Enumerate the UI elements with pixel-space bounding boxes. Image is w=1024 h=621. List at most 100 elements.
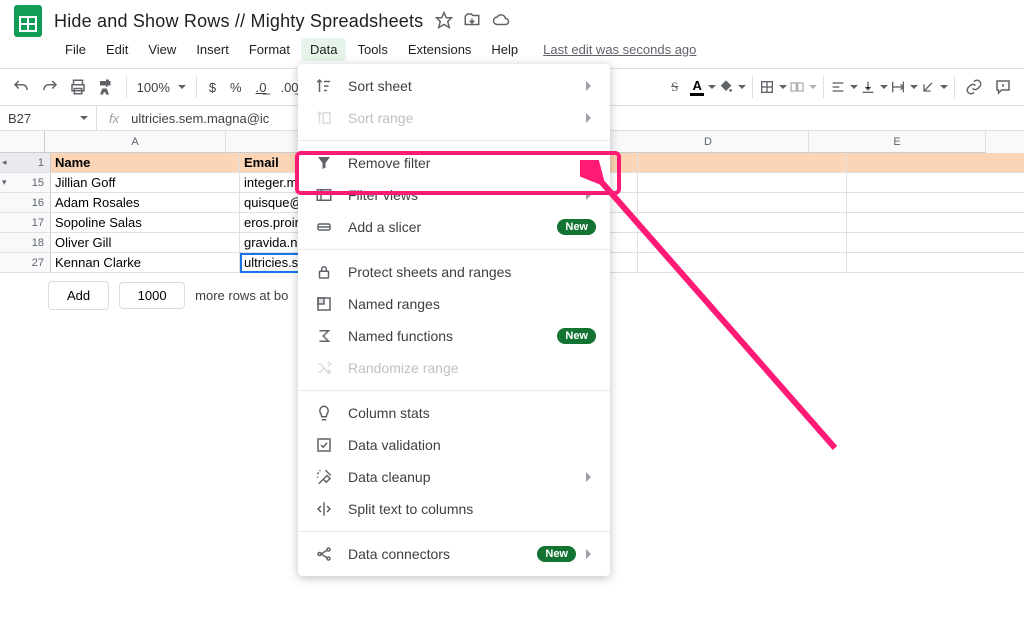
link-button[interactable]	[961, 73, 987, 101]
menu-tools[interactable]: Tools	[348, 38, 396, 61]
cell[interactable]	[847, 213, 1024, 233]
cell[interactable]	[638, 233, 847, 253]
menu-item-named-functions[interactable]: Named functionsNew	[298, 320, 610, 352]
expand-rows-icon[interactable]: ◂	[2, 157, 7, 168]
zoom-dropdown[interactable]: 100%	[133, 80, 190, 95]
wrap-button[interactable]	[890, 73, 918, 101]
slicer-icon	[314, 217, 334, 237]
cell[interactable]: Oliver Gill	[51, 233, 240, 253]
cell[interactable]	[638, 173, 847, 193]
name-box[interactable]: B27	[0, 106, 97, 130]
cell[interactable]	[638, 193, 847, 213]
menu-item-data-validation[interactable]: Data validation	[298, 429, 610, 461]
cloud-icon[interactable]	[491, 11, 511, 32]
menu-item-data-connectors[interactable]: Data connectors New	[298, 538, 610, 570]
menu-item-filter-views[interactable]: Filter views	[298, 179, 610, 211]
select-all-corner[interactable]	[0, 131, 45, 153]
rotate-button[interactable]	[920, 73, 948, 101]
print-button[interactable]	[65, 73, 91, 101]
menu-view[interactable]: View	[139, 38, 185, 61]
row-header[interactable]: ▾15	[0, 173, 51, 193]
cell[interactable]: Sopoline Salas	[51, 213, 240, 233]
menu-data[interactable]: Data	[301, 38, 346, 61]
separator	[196, 76, 197, 98]
menu-insert[interactable]: Insert	[187, 38, 238, 61]
currency-button[interactable]: $	[203, 80, 222, 95]
v-align-button[interactable]	[860, 73, 888, 101]
menu-item-label: Column stats	[348, 405, 430, 421]
column-header[interactable]: E	[809, 131, 986, 153]
cell[interactable]	[847, 233, 1024, 253]
menu-item-label: Data cleanup	[348, 469, 431, 485]
decrease-decimal-button[interactable]: .0̲	[250, 80, 273, 95]
menu-item-add-a-slicer[interactable]: Add a slicer New	[298, 211, 610, 243]
menu-help[interactable]: Help	[482, 38, 527, 61]
row-header[interactable]: ◂1	[0, 153, 51, 173]
redo-button[interactable]	[36, 73, 62, 101]
cell[interactable]: Jillian Goff	[51, 173, 240, 193]
menu-item-label: Remove filter	[348, 155, 430, 171]
menu-item-protect-sheets-and-ranges[interactable]: Protect sheets and ranges	[298, 256, 610, 288]
menu-edit[interactable]: Edit	[97, 38, 137, 61]
connector-icon	[314, 544, 334, 564]
menu-format[interactable]: Format	[240, 38, 299, 61]
cell[interactable]	[847, 153, 1024, 173]
text-color-button[interactable]: A	[690, 73, 716, 101]
cell[interactable]: Kennan Clarke	[51, 253, 240, 273]
add-rows-button[interactable]: Add	[48, 281, 109, 310]
cell[interactable]: Adam Rosales	[51, 193, 240, 213]
row-header[interactable]: 18	[0, 233, 51, 253]
cell[interactable]	[638, 213, 847, 233]
borders-button[interactable]	[759, 73, 787, 101]
expand-rows-icon[interactable]: ▾	[2, 177, 7, 188]
separator	[126, 76, 127, 98]
h-align-button[interactable]	[830, 73, 858, 101]
menu-item-label: Sort sheet	[348, 78, 412, 94]
menu-extensions[interactable]: Extensions	[399, 38, 481, 61]
menu-item-named-ranges[interactable]: Named ranges	[298, 288, 610, 320]
merge-button[interactable]	[789, 73, 817, 101]
comment-button[interactable]	[990, 73, 1016, 101]
cell[interactable]	[847, 173, 1024, 193]
add-rows-count-input[interactable]	[119, 282, 185, 309]
row-header[interactable]: 16	[0, 193, 51, 213]
shuffle-icon	[314, 358, 334, 378]
row-header[interactable]: 27	[0, 253, 51, 273]
column-header[interactable]: A	[45, 131, 226, 153]
cell[interactable]	[638, 153, 847, 173]
menu-item-split-text-to-columns[interactable]: Split text to columns	[298, 493, 610, 525]
sigma-icon	[314, 326, 334, 346]
paint-format-button[interactable]	[93, 73, 119, 101]
new-badge: New	[557, 219, 596, 235]
menu-item-label: Add a slicer	[348, 219, 421, 235]
undo-button[interactable]	[8, 73, 34, 101]
column-header[interactable]: D	[608, 131, 809, 153]
validation-icon	[314, 435, 334, 455]
menu-item-remove-filter[interactable]: Remove filter	[298, 147, 610, 179]
new-badge: New	[537, 546, 576, 562]
separator	[752, 76, 753, 98]
formula-bar[interactable]: ultricies.sem.magna@ic	[131, 111, 269, 126]
cell[interactable]	[638, 253, 847, 273]
cell[interactable]: Name	[51, 153, 240, 173]
strikethrough-button[interactable]: S	[662, 73, 688, 101]
move-icon[interactable]	[463, 11, 481, 32]
split-icon	[314, 499, 334, 519]
filter-icon	[314, 153, 334, 173]
percent-button[interactable]: %	[224, 80, 248, 95]
document-title[interactable]: Hide and Show Rows // Mighty Spreadsheet…	[54, 11, 423, 32]
cell[interactable]	[847, 253, 1024, 273]
last-edit-link[interactable]: Last edit was seconds ago	[543, 42, 696, 57]
menu-file[interactable]: File	[56, 38, 95, 61]
menu-item-data-cleanup[interactable]: Data cleanup	[298, 461, 610, 493]
menu-separator	[298, 390, 610, 391]
menu-item-label: Data connectors	[348, 546, 450, 562]
lightbulb-icon	[314, 403, 334, 423]
cell[interactable]	[847, 193, 1024, 213]
menu-item-sort-sheet[interactable]: Sort sheet	[298, 70, 610, 102]
sheets-logo[interactable]	[10, 3, 46, 39]
row-header[interactable]: 17	[0, 213, 51, 233]
fill-color-button[interactable]	[718, 73, 746, 101]
star-icon[interactable]	[435, 11, 453, 32]
menu-item-column-stats[interactable]: Column stats	[298, 397, 610, 429]
